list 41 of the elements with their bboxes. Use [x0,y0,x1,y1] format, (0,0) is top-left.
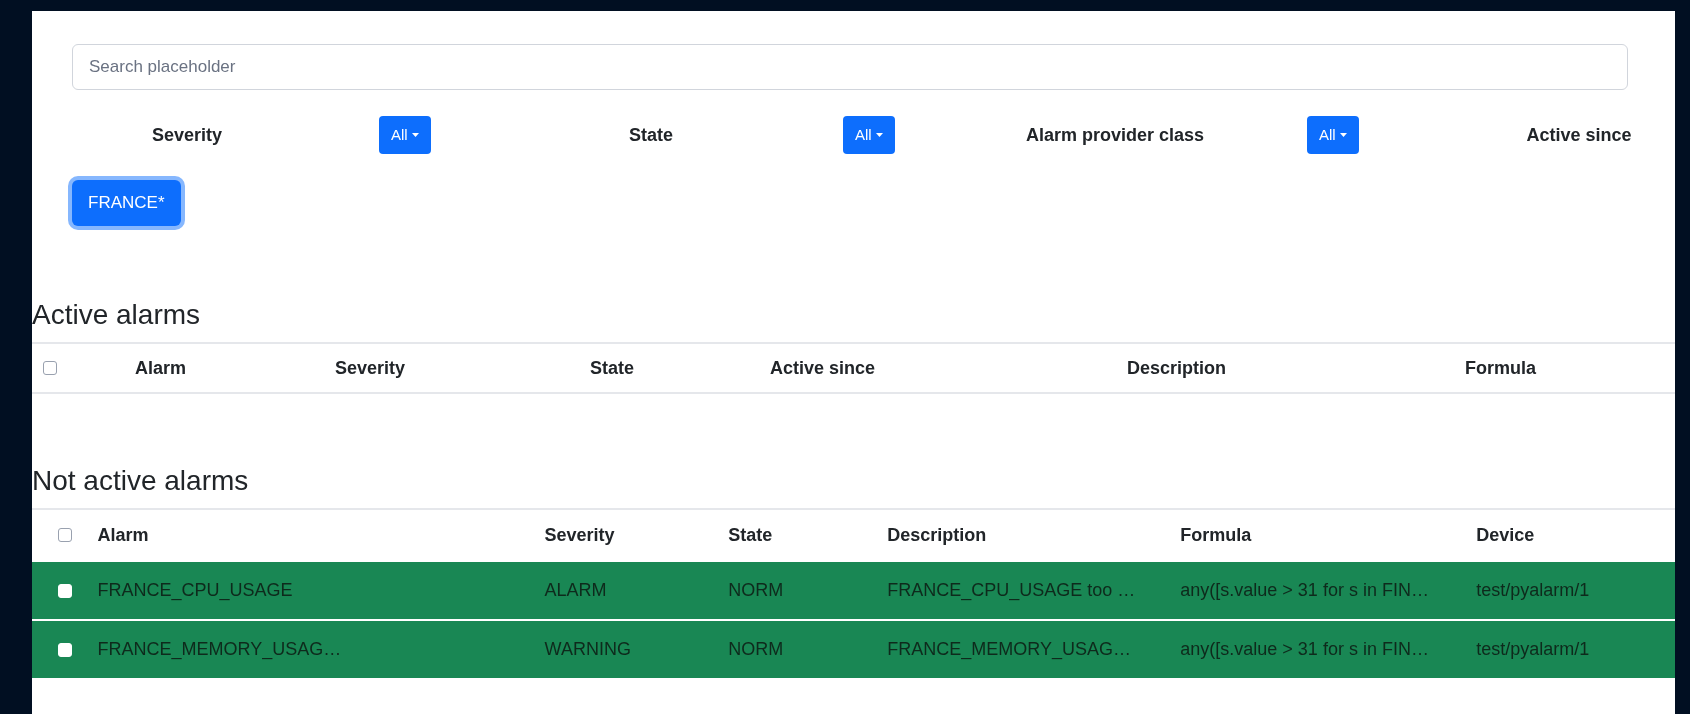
column-header: Description [887,524,987,545]
table-cell: any([s.value > 31 for s in FIN… [1180,580,1429,600]
filter-label: Active since [1525,123,1633,147]
caret-icon [411,133,419,137]
table-cell: test/pyalarm/1 [1476,639,1590,659]
column-header: Active since [770,357,876,378]
filter-label: Severity [150,123,224,147]
checkbox[interactable] [43,361,57,375]
column-header: Severity [335,357,406,378]
filter-label: State [628,123,674,147]
caret-icon [1339,133,1347,137]
table-cell: ALARM [544,580,607,600]
section-heading: Not active alarms [32,464,250,498]
table-cell: NORM [728,639,784,659]
column-header: Alarm [135,357,187,378]
column-header: Device [1476,524,1535,545]
filter-dropdown[interactable]: All [379,116,431,154]
filter-dropdown[interactable]: All [843,116,895,154]
section-heading: Active alarms [32,298,202,332]
column-header: Alarm [97,524,149,545]
table-cell: any([s.value > 31 for s in FIN… [1180,639,1429,659]
column-header: State [728,524,773,545]
column-header: Description [1127,357,1227,378]
column-header: State [590,357,634,378]
table-cell: test/pyalarm/1 [1476,580,1590,600]
column-header: Formula [1465,357,1536,378]
table-cell: NORM [728,580,784,600]
table-row[interactable]: FRANCE_MEMORY_USAG… WARNING NORM FRANCE_MEMORY_USAG… any([s.value > 31 for s in FIN… test/pyalarm/1 [32,619,1675,678]
caret-icon [875,133,883,137]
table-cell: FRANCE_CPU_USAGE [97,580,293,600]
table-cell: FRANCE_CPU_USAGE too … [887,580,1136,600]
table-cell: FRANCE_MEMORY_USAG… [887,639,1131,659]
filter-dropdown[interactable]: All [1307,116,1359,154]
search-field[interactable]: Search placeholder [72,44,1628,90]
column-header: Severity [544,524,615,545]
table-cell: WARNING [544,639,631,659]
checkbox[interactable] [57,528,72,542]
filter-label: Alarm provider class [1024,123,1206,147]
table-row[interactable]: FRANCE_CPU_USAGE ALARM NORM FRANCE_CPU_USAGE too … any([s.value > 31 for s in FIN… test/pyalarm/1 [32,560,1675,619]
column-header: Formula [1180,524,1252,545]
table-cell: FRANCE_MEMORY_USAG… [97,639,342,659]
